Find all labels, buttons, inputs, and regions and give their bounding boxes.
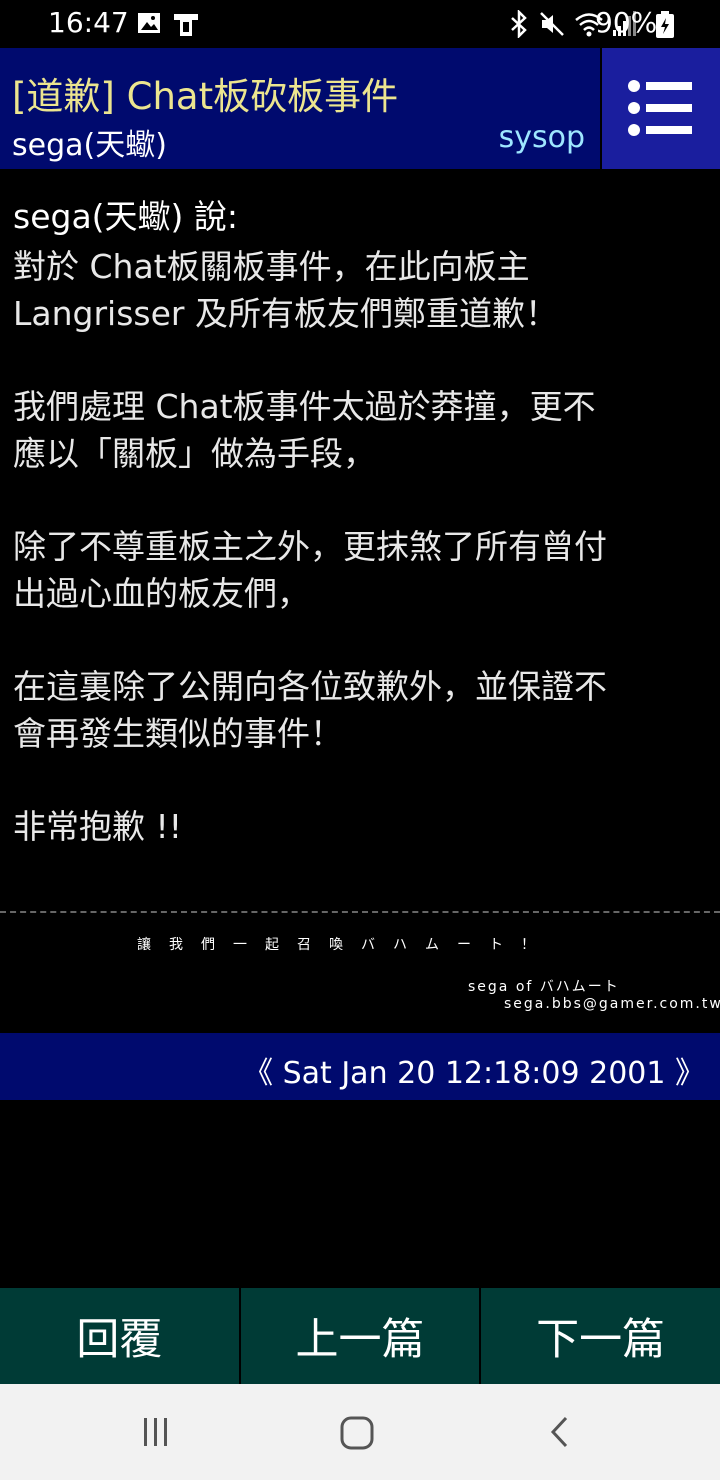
system-nav-bar xyxy=(0,1384,720,1480)
status-bar: 16:47 90% xyxy=(0,0,720,48)
paragraph-line: 對於 Chat板關板事件，在此向板主 xyxy=(13,247,530,286)
menu-button[interactable] xyxy=(600,48,720,169)
article-body: sega(天蠍) 說: 對於 Chat板關板事件，在此向板主 Langrisse… xyxy=(13,190,713,896)
paragraph-line: Langrisser 及所有板友們鄭重道歉！ xyxy=(13,294,558,333)
home-icon[interactable] xyxy=(340,1416,374,1450)
paragraph-line: 出過心血的板友們， xyxy=(13,574,310,613)
reply-button[interactable]: 回覆 xyxy=(0,1288,241,1384)
paragraph-line: 應以「關板」做為手段， xyxy=(13,434,376,473)
bluetooth-icon xyxy=(511,10,527,38)
paragraph-line: 會再發生類似的事件！ xyxy=(13,714,343,753)
status-left-icons xyxy=(136,10,200,38)
paragraph: 除了不尊重板主之外，更抹煞了所有曾付 出過心血的板友們， xyxy=(13,523,713,617)
date-bar: 《 Sat Jan 20 12:18:09 2001 》 xyxy=(0,1033,720,1100)
list-menu-icon xyxy=(628,80,692,136)
paragraph: 對於 Chat板關板事件，在此向板主 Langrisser 及所有板友們鄭重道歉… xyxy=(13,243,713,337)
post-date: 《 Sat Jan 20 12:18:09 2001 》 xyxy=(243,1056,705,1091)
said-line: sega(天蠍) 說: xyxy=(13,197,239,236)
paragraph: 非常抱歉 !! xyxy=(13,803,713,850)
paragraph-line: 在這裏除了公開向各位致歉外，並保證不 xyxy=(13,667,607,706)
status-time: 16:47 xyxy=(48,6,129,39)
gallery-icon xyxy=(138,13,160,33)
paragraph-line: 除了不尊重板主之外，更抹煞了所有曾付 xyxy=(13,527,607,566)
paragraph: 我們處理 Chat板事件太過於莽撞，更不 應以「關板」做為手段， xyxy=(13,383,713,477)
signature-line: sega of バハムート xyxy=(468,979,620,995)
paragraph-line: 非常抱歉 !! xyxy=(13,807,182,846)
paragraph-line: 我們處理 Chat板事件太過於莽撞，更不 xyxy=(13,387,596,426)
back-icon[interactable] xyxy=(548,1416,572,1448)
next-article-button[interactable]: 下一篇 xyxy=(481,1288,720,1384)
paragraph: 在這裏除了公開向各位致歉外，並保證不 會再發生類似的事件！ xyxy=(13,663,713,757)
battery-charging-icon xyxy=(656,11,674,38)
mute-icon xyxy=(540,12,564,36)
article-author: sega(天蠍) xyxy=(12,128,167,163)
article-nav-bar: 回覆 上一篇 下一篇 xyxy=(0,1288,720,1384)
signature-line: 讓我們一起召喚バハムート！ xyxy=(137,937,553,953)
recents-icon[interactable] xyxy=(140,1416,172,1448)
article-title: [道歉] Chat板砍板事件 xyxy=(12,75,399,118)
article-header: [道歉] Chat板砍板事件 sega(天蠍) sysop xyxy=(0,48,600,169)
prev-article-button[interactable]: 上一篇 xyxy=(241,1288,482,1384)
signature-divider xyxy=(0,911,720,913)
signature-email: sega.bbs@gamer.com.tw xyxy=(504,996,720,1012)
device-icon xyxy=(174,14,198,36)
battery-percent: 90% xyxy=(595,6,658,39)
board-name[interactable]: sysop xyxy=(499,120,585,155)
